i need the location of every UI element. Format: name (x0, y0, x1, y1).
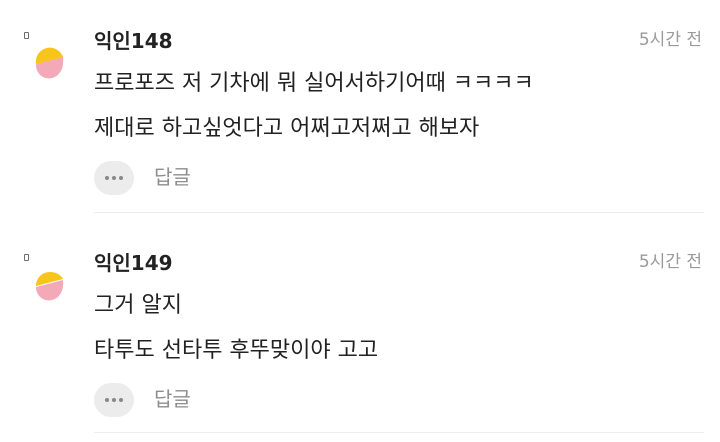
avatar[interactable] (30, 266, 70, 306)
ellipsis-icon (105, 176, 109, 180)
report-flag-icon[interactable] (24, 32, 29, 39)
ellipsis-icon (105, 398, 109, 402)
reply-button[interactable]: 답글 (154, 385, 191, 413)
reply-button[interactable]: 답글 (154, 163, 191, 191)
avatar[interactable] (30, 44, 70, 84)
comment-text-line: 그거 알지 (94, 293, 182, 318)
divider (94, 432, 704, 433)
comment-text-line: 제대로 하고싶엇다고 어쩌고저쩌고 해보자 (94, 116, 480, 141)
comment-text-line: 프로포즈 저 기차에 뭐 실어서하기어때 ㅋㅋㅋㅋ (94, 71, 534, 96)
more-options-button[interactable] (94, 383, 134, 417)
more-options-button[interactable] (94, 161, 134, 195)
divider (94, 212, 704, 213)
report-flag-icon[interactable] (24, 254, 29, 261)
comment-nickname[interactable]: 익인148 (94, 28, 173, 54)
comment-text-line: 타투도 선타투 후뚜맞이야 고고 (94, 338, 379, 363)
comment-timestamp: 5시간 전 (638, 30, 702, 50)
comment-nickname[interactable]: 익인149 (94, 250, 173, 276)
comment-timestamp: 5시간 전 (638, 252, 702, 272)
